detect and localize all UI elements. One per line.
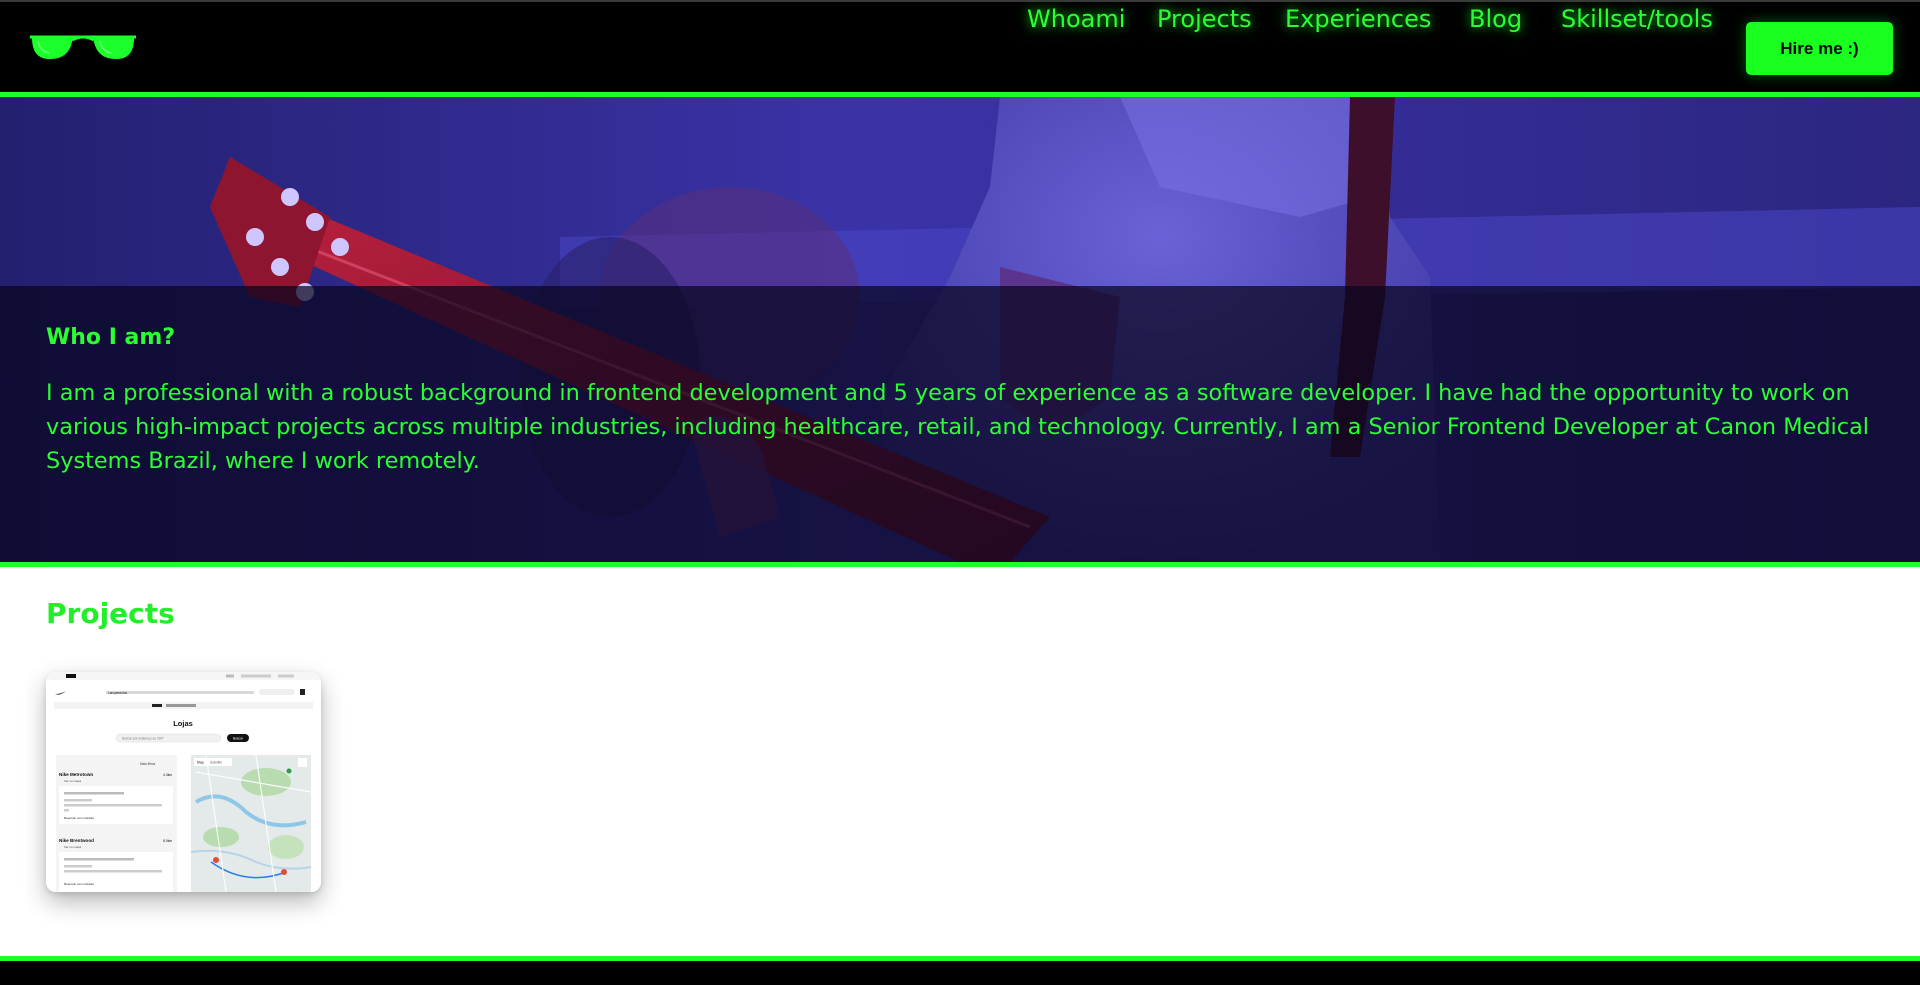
thumb-page-heading: Lojas xyxy=(173,719,193,728)
thumb-store-distance: 8.9km xyxy=(163,839,172,843)
thumb-nav-text: Lançamentos xyxy=(108,691,128,695)
thumb-more-filters: Mais filtros xyxy=(140,762,156,766)
sunglasses-icon[interactable] xyxy=(28,32,138,64)
thumb-store-link: Ver no mapa xyxy=(64,779,81,783)
thumb-store-name: Nike Brentwood xyxy=(59,838,94,843)
site-footer xyxy=(0,961,1920,985)
thumb-store-action: Reservar com retirada xyxy=(64,882,94,886)
nav-skillset-tools[interactable]: Skillset/tools xyxy=(1561,2,1713,36)
nav-whoami[interactable]: Whoami xyxy=(1027,2,1125,36)
thumb-store-action: Reservar com retirada xyxy=(64,816,94,820)
thumb-map-tab: Map xyxy=(197,761,204,765)
about-heading: Who I am? xyxy=(46,325,176,350)
site-header: Whoami Projects Experiences Blog Skillse… xyxy=(0,0,1920,97)
nav-blog[interactable]: Blog xyxy=(1469,2,1522,36)
nav-experiences[interactable]: Experiences xyxy=(1285,2,1431,36)
thumb-store-link: Ver no mapa xyxy=(64,845,81,849)
project-card-nike-stores[interactable]: Lançamentos Lojas Buscar por endereço ou… xyxy=(46,672,321,892)
about-paragraph: I am a professional with a robust backgr… xyxy=(46,380,1870,474)
nav-projects[interactable]: Projects xyxy=(1157,2,1252,36)
hero-section: Who I am? I am a professional with a rob… xyxy=(0,97,1920,562)
project-thumbnail: Lançamentos Lojas Buscar por endereço ou… xyxy=(46,672,321,892)
thumb-map-tab: Satellite xyxy=(210,761,222,765)
hire-me-button[interactable]: Hire me :) xyxy=(1746,22,1893,75)
thumb-search-button: Buscar xyxy=(233,737,244,741)
thumb-store-distance: 4.3km xyxy=(163,773,172,777)
thumb-search-placeholder: Buscar por endereço ou CEP xyxy=(122,737,163,741)
section-divider xyxy=(0,562,1920,567)
projects-heading: Projects xyxy=(46,597,175,630)
thumb-store-name: Nike Metrotown xyxy=(59,772,93,777)
